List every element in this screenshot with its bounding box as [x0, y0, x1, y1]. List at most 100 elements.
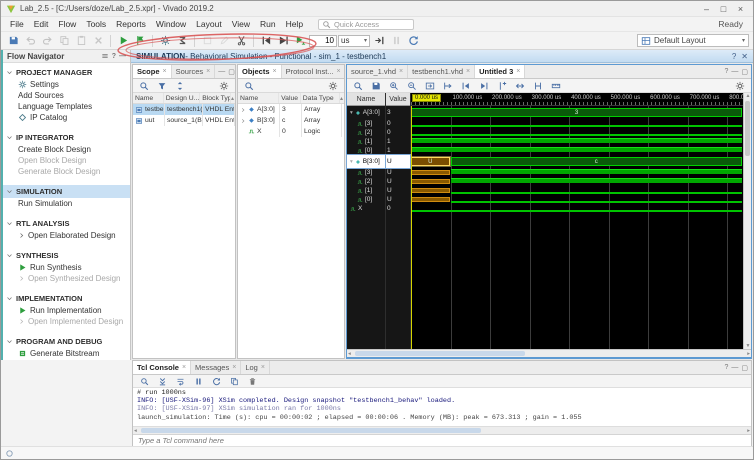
wave-signal-name-0[interactable]: [0]: [347, 146, 385, 155]
menu-run[interactable]: Run: [255, 18, 281, 30]
menu-tools[interactable]: Tools: [81, 18, 111, 30]
minimize-panel-icon[interactable]: —: [731, 364, 738, 371]
menu-help[interactable]: Help: [281, 18, 308, 30]
next-transition-button[interactable]: [476, 79, 492, 93]
add-marker-button[interactable]: [494, 79, 510, 93]
scroll-up-icon[interactable]: ▴: [340, 95, 344, 102]
tab-close-icon[interactable]: ×: [273, 68, 277, 75]
panel-settings-button[interactable]: [216, 79, 232, 93]
flownav-item-run-simulation[interactable]: Run Simulation: [3, 198, 130, 209]
zoom-in-button[interactable]: [386, 79, 402, 93]
minimize-panel-icon[interactable]: —: [731, 68, 738, 75]
settings-button[interactable]: [157, 34, 173, 48]
time-ruler[interactable]: 0.000 us 0.000 us100.000 us200.000 us300…: [411, 93, 743, 106]
flownav-section-header-simulation[interactable]: SIMULATION: [3, 185, 130, 198]
scope-row-testbe[interactable]: testbe...testbench1(bVHDL Entity: [133, 104, 235, 115]
wave-signal-name-3[interactable]: [3]: [347, 168, 385, 177]
restart-button[interactable]: [258, 34, 274, 48]
wave-signal-name-2[interactable]: [2]: [347, 128, 385, 137]
tab-close-icon[interactable]: ×: [232, 364, 236, 371]
help-icon[interactable]: ?: [732, 52, 736, 61]
float-ruler-button[interactable]: [548, 79, 564, 93]
quick-access-search[interactable]: Quick Access: [318, 18, 415, 30]
menu-file[interactable]: File: [5, 18, 29, 30]
run-button[interactable]: [115, 34, 131, 48]
save-button[interactable]: [5, 34, 21, 48]
wave-signal-name-a-3-0[interactable]: ▾ A[3:0]: [347, 106, 385, 119]
float-panel-icon[interactable]: ▢: [741, 68, 748, 76]
search-button[interactable]: [136, 79, 152, 93]
flownav-section-header-synthesis[interactable]: SYNTHESIS: [3, 249, 130, 262]
menu-flow[interactable]: Flow: [53, 18, 81, 30]
column-header-name[interactable]: Name: [238, 93, 280, 103]
wave-signal-name-2[interactable]: [2]: [347, 177, 385, 186]
flownav-item-language-templates[interactable]: Language Templates: [3, 101, 130, 112]
prev-transition-button[interactable]: [458, 79, 474, 93]
flownav-item-open-implemented-design[interactable]: Open Implemented Design: [3, 316, 130, 327]
expand-all-button[interactable]: [172, 79, 188, 93]
flownav-section-header-ip-integrator[interactable]: IP INTEGRATOR: [3, 131, 130, 144]
console-tab-log[interactable]: Log ×: [241, 361, 270, 374]
pause-button[interactable]: [190, 374, 206, 388]
panel-settings-button[interactable]: [325, 79, 341, 93]
flownav-item-run-synthesis[interactable]: Run Synthesis: [3, 262, 130, 273]
maximize-button[interactable]: □: [716, 4, 731, 14]
scroll-right-icon[interactable]: ▸: [747, 350, 750, 358]
flownav-item-create-block-design[interactable]: Create Block Design: [3, 144, 130, 155]
flownav-section-header-implementation[interactable]: IMPLEMENTATION: [3, 292, 130, 305]
scroll-left-icon[interactable]: ◂: [134, 427, 137, 435]
flownav-item-ip-catalog[interactable]: IP Catalog: [3, 112, 130, 123]
refresh-button[interactable]: [208, 374, 224, 388]
run-time-input[interactable]: [309, 34, 337, 47]
close-icon[interactable]: ✕: [741, 52, 748, 61]
object-row-a-3-0[interactable]: A[3:0] 3 Array: [238, 104, 344, 115]
wave-signal-name-0[interactable]: [0]: [347, 195, 385, 204]
time-unit-select[interactable]: us ▾: [338, 34, 370, 47]
tab-close-icon[interactable]: ×: [466, 68, 470, 75]
column-header-name[interactable]: Name: [133, 93, 164, 103]
flownav-item-run-implementation[interactable]: Run Implementation: [3, 305, 130, 316]
wave-cursor[interactable]: [411, 106, 412, 349]
wave-vertical-scrollbar[interactable]: ▲ ▼: [743, 93, 751, 349]
trash-button[interactable]: [244, 374, 260, 388]
objects-tab-protocol-inst[interactable]: Protocol Inst... ×: [282, 65, 344, 78]
go-to-time-button[interactable]: [440, 79, 456, 93]
expander-icon[interactable]: ▾: [350, 159, 353, 165]
run-all-button[interactable]: [275, 34, 291, 48]
wave-horizontal-scrollbar[interactable]: ◂ ▸: [347, 349, 751, 357]
step-button[interactable]: [371, 34, 387, 48]
scroll-right-icon[interactable]: ▸: [747, 427, 750, 435]
flownav-item-open-elaborated-design[interactable]: Open Elaborated Design: [3, 230, 130, 241]
flownav-item-generate-block-design[interactable]: Generate Block Design: [3, 166, 130, 177]
copy-button[interactable]: [226, 374, 242, 388]
scope-row-uut[interactable]: uut source_1(BeVHDL Entity: [133, 115, 235, 126]
console-horizontal-scrollbar[interactable]: ◂ ▸: [133, 426, 751, 434]
minimize-panel-icon[interactable]: —: [119, 53, 126, 60]
tcl-command-input[interactable]: [133, 436, 751, 445]
analyze-button[interactable]: [199, 34, 215, 48]
relaunch-button[interactable]: [405, 34, 421, 48]
menu-reports[interactable]: Reports: [111, 18, 151, 30]
flownav-item-open-block-design[interactable]: Open Block Design: [3, 155, 130, 166]
wave-tab-testbench1-vhd[interactable]: testbench1.vhd ×: [408, 65, 476, 78]
console-tab-tcl-console[interactable]: Tcl Console ×: [133, 361, 192, 374]
flownav-section-header-project-manager[interactable]: PROJECT MANAGER: [3, 66, 130, 79]
menu-icon[interactable]: [101, 52, 109, 60]
flownav-item-settings[interactable]: Settings: [3, 79, 130, 90]
wave-signal-name-3[interactable]: [3]: [347, 119, 385, 128]
delete-button[interactable]: [90, 34, 106, 48]
layout-select[interactable]: Default Layout ▾: [637, 34, 749, 47]
objects-tab-objects[interactable]: Objects ×: [238, 65, 282, 78]
flownav-item-open-hardware-manager[interactable]: Open Hardware Manager: [3, 359, 130, 360]
scroll-up-icon[interactable]: ▲: [744, 93, 752, 99]
waveform-canvas[interactable]: 0.000 us 0.000 us100.000 us200.000 us300…: [411, 93, 743, 349]
run-for-button[interactable]: [292, 34, 308, 48]
tab-close-icon[interactable]: ×: [206, 68, 210, 75]
column-header-design-u[interactable]: Design U...: [164, 93, 201, 103]
filter-button[interactable]: [154, 79, 170, 93]
column-header-value[interactable]: Value: [279, 93, 301, 103]
flownav-item-add-sources[interactable]: Add Sources: [3, 90, 130, 101]
tab-close-icon[interactable]: ×: [337, 68, 341, 75]
chevron-right-icon[interactable]: [240, 118, 246, 124]
tcl-console-output[interactable]: # run 1000ns INFO: [USF-XSim-96] XSim com…: [133, 388, 751, 426]
